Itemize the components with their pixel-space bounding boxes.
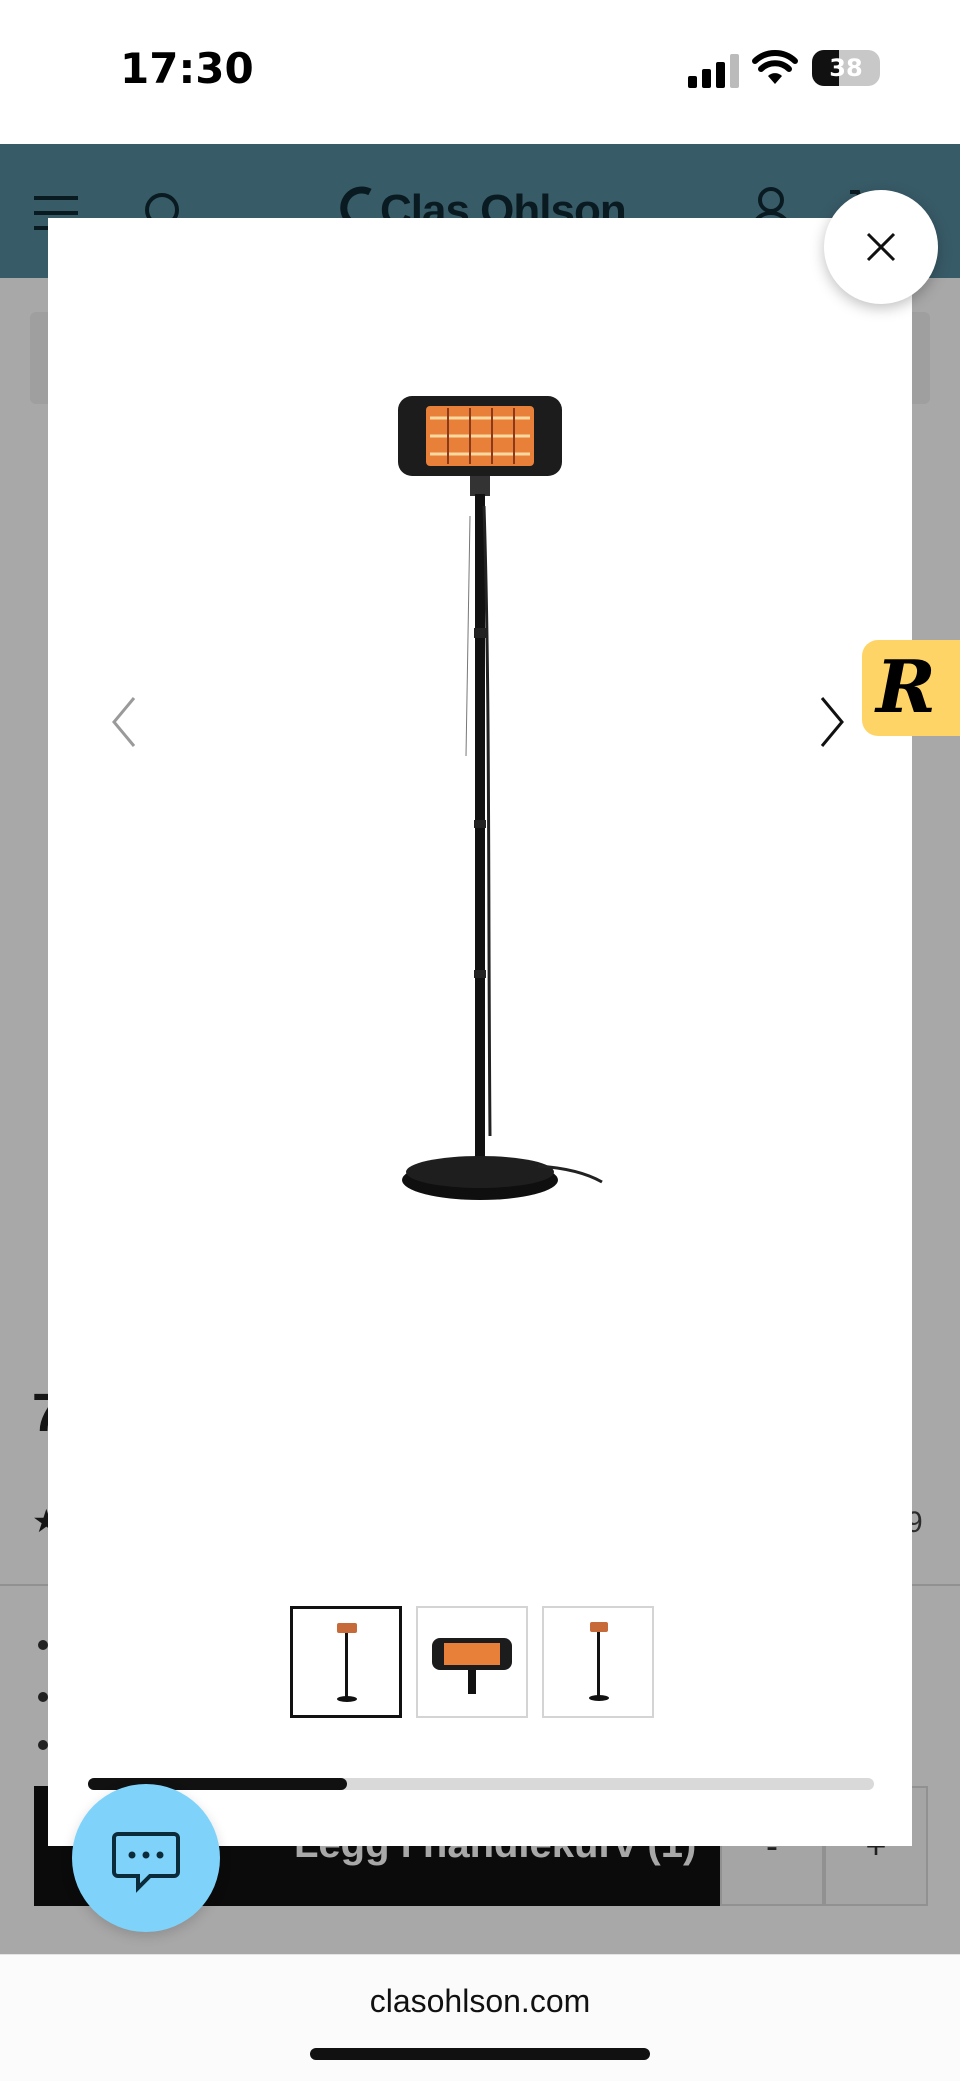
home-indicator[interactable] xyxy=(310,2048,650,2060)
close-icon xyxy=(866,232,896,262)
thumbnail-image xyxy=(432,1638,512,1694)
previous-image-button[interactable] xyxy=(104,692,144,752)
next-image-button[interactable] xyxy=(812,692,852,752)
chevron-left-icon xyxy=(112,697,136,747)
chevron-right-icon xyxy=(820,697,844,747)
battery-level: 38 xyxy=(829,54,863,82)
battery-icon: 38 xyxy=(812,50,880,86)
thumbnail-2[interactable] xyxy=(416,1606,528,1718)
image-gallery-modal xyxy=(48,218,912,1846)
thumbnail-image xyxy=(589,1622,609,1701)
url-text[interactable]: clasohlson.com xyxy=(0,1983,960,2020)
status-time: 17:30 xyxy=(120,44,254,93)
close-button[interactable] xyxy=(824,190,938,304)
cellular-signal-icon xyxy=(688,54,739,88)
browser-address-bar[interactable]: clasohlson.com xyxy=(0,1954,960,2081)
reviews-widget-badge[interactable]: R xyxy=(862,640,960,736)
thumbnail-1[interactable] xyxy=(290,1606,402,1718)
thumbnail-3[interactable] xyxy=(542,1606,654,1718)
chat-button[interactable] xyxy=(72,1784,220,1932)
product-image xyxy=(398,396,603,1200)
status-bar: 17:30 38 xyxy=(0,0,960,144)
thumbnail-strip xyxy=(290,1606,690,1720)
chat-bubble-icon xyxy=(112,1832,180,1893)
thumbnail-image xyxy=(337,1623,357,1702)
wifi-icon xyxy=(752,50,798,84)
reviews-widget-letter: R xyxy=(876,644,936,729)
